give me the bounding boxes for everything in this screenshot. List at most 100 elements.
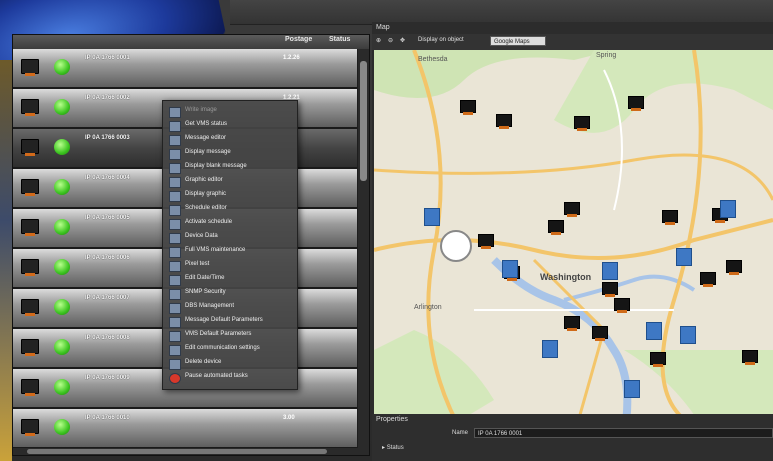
display-on-object-button[interactable]: Display on object xyxy=(418,37,464,47)
context-menu-item[interactable]: Edit Date/Time xyxy=(163,273,297,286)
selected-device-marker[interactable] xyxy=(440,230,472,262)
context-menu-item[interactable]: Schedule editor xyxy=(163,203,297,216)
device-address: IP 0A 1766 0007 xyxy=(85,295,130,301)
context-menu-item[interactable]: DBS Management xyxy=(163,301,297,314)
context-menu-item[interactable]: Display message xyxy=(163,147,297,160)
context-menu-item[interactable]: Delete device xyxy=(163,357,297,370)
device-marker-icon[interactable] xyxy=(700,272,716,287)
name-field[interactable]: IP 0A 1766 0001 xyxy=(474,428,773,438)
sign-marker-icon[interactable] xyxy=(646,322,662,340)
sign-marker-icon[interactable] xyxy=(602,262,618,280)
menu-item-label: Message Default Parameters xyxy=(185,317,263,323)
status-ok-icon xyxy=(54,259,70,275)
menu-item-icon xyxy=(169,359,181,370)
menu-item-label: Display blank message xyxy=(185,163,247,169)
device-marker-icon[interactable] xyxy=(548,220,564,235)
map-provider-select[interactable]: Google Maps xyxy=(490,36,546,46)
menu-item-icon xyxy=(169,317,181,328)
menu-item-icon xyxy=(169,177,181,188)
zoom-in-icon[interactable]: ⊕ xyxy=(376,37,381,47)
device-marker-icon[interactable] xyxy=(460,100,476,115)
vms-sign-icon xyxy=(21,379,39,396)
context-menu-item[interactable]: SNMP Security xyxy=(163,287,297,300)
menu-item-icon xyxy=(169,191,181,202)
device-address: IP 0A 1766 0001 xyxy=(85,55,130,61)
sign-marker-icon[interactable] xyxy=(502,260,518,278)
menu-item-label: Graphic editor xyxy=(185,177,223,183)
vertical-scrollbar[interactable] xyxy=(358,49,369,449)
device-marker-icon[interactable] xyxy=(614,298,630,313)
table-row[interactable]: IP 0A 1766 0001 1.2.26 xyxy=(13,49,357,89)
status-ok-icon xyxy=(54,139,70,155)
scroll-thumb[interactable] xyxy=(27,449,327,454)
device-marker-icon[interactable] xyxy=(602,282,618,297)
vms-sign-icon xyxy=(21,99,39,116)
context-menu-item[interactable]: Edit communication settings xyxy=(163,343,297,356)
device-address: IP 0A 1766 0010 xyxy=(85,415,130,421)
device-marker-icon[interactable] xyxy=(742,350,758,365)
map-label: Arlington xyxy=(414,304,442,311)
vms-sign-icon xyxy=(21,139,39,156)
context-menu-item[interactable]: Write image xyxy=(163,105,297,118)
device-marker-icon[interactable] xyxy=(726,260,742,275)
sign-marker-icon[interactable] xyxy=(680,326,696,344)
context-menu-item[interactable]: Display graphic xyxy=(163,189,297,202)
context-menu-item[interactable]: Message editor xyxy=(163,133,297,146)
menu-item-icon xyxy=(169,303,181,314)
device-address: IP 0A 1766 0006 xyxy=(85,255,130,261)
device-marker-icon[interactable] xyxy=(574,116,590,131)
context-menu-item[interactable]: VMS Default Parameters xyxy=(163,329,297,342)
scroll-thumb[interactable] xyxy=(360,61,367,181)
name-label: Name xyxy=(452,430,469,436)
context-menu-item[interactable]: Full VMS maintenance xyxy=(163,245,297,258)
menu-item-label: Get VMS status xyxy=(185,121,228,127)
zoom-out-icon[interactable]: ⊖ xyxy=(388,37,393,47)
menu-item-label: Edit Date/Time xyxy=(185,275,225,281)
sign-marker-icon[interactable] xyxy=(720,200,736,218)
map-label: Spring xyxy=(596,52,617,59)
status-section-toggle[interactable]: ▸ Status xyxy=(382,444,404,451)
menu-item-icon xyxy=(169,205,181,216)
status-label: Status xyxy=(386,445,404,451)
context-menu-item[interactable]: Pause automated tasks xyxy=(163,371,297,384)
device-marker-icon[interactable] xyxy=(628,96,644,111)
sign-marker-icon[interactable] xyxy=(424,208,440,226)
device-marker-icon[interactable] xyxy=(662,210,678,225)
sign-marker-icon[interactable] xyxy=(624,380,640,398)
horizontal-scrollbar[interactable] xyxy=(13,448,369,455)
status-ok-icon xyxy=(54,219,70,235)
table-row[interactable]: IP 0A 1766 0010 3.00 xyxy=(13,409,357,449)
device-address: IP 0A 1766 0005 xyxy=(85,215,130,221)
menu-item-label: VMS Default Parameters xyxy=(185,331,252,337)
column-header-status[interactable]: Status xyxy=(329,36,350,43)
menu-item-label: Display message xyxy=(185,149,231,155)
device-marker-icon[interactable] xyxy=(564,202,580,217)
column-header-postage[interactable]: Postage xyxy=(285,36,312,43)
context-menu-item[interactable]: Display blank message xyxy=(163,161,297,174)
table-header: Postage Status xyxy=(13,35,369,49)
context-menu-item[interactable]: Graphic editor xyxy=(163,175,297,188)
device-marker-icon[interactable] xyxy=(478,234,494,249)
map-view[interactable]: Bethesda Spring Washington Arlington Map… xyxy=(374,50,773,436)
context-menu-item[interactable]: Pixel test xyxy=(163,259,297,272)
status-ok-icon xyxy=(54,99,70,115)
menu-item-label: Pixel test xyxy=(185,261,210,267)
context-menu: Write image Get VMS status Message editor D… xyxy=(162,100,298,390)
device-marker-icon[interactable] xyxy=(592,326,608,341)
device-marker-icon[interactable] xyxy=(650,352,666,367)
properties-panel: Properties Name IP 0A 1766 0001 ▸ Status xyxy=(372,414,773,461)
context-menu-item[interactable]: Message Default Parameters xyxy=(163,315,297,328)
context-menu-item[interactable]: Device Data xyxy=(163,231,297,244)
context-menu-item[interactable]: Get VMS status xyxy=(163,119,297,132)
device-marker-icon[interactable] xyxy=(496,114,512,129)
sign-marker-icon[interactable] xyxy=(676,248,692,266)
menu-item-icon xyxy=(169,121,181,132)
sign-marker-icon[interactable] xyxy=(542,340,558,358)
vms-sign-icon xyxy=(21,179,39,196)
context-menu-item[interactable]: Activate schedule xyxy=(163,217,297,230)
status-ok-icon xyxy=(54,339,70,355)
device-marker-icon[interactable] xyxy=(564,316,580,331)
menu-item-icon xyxy=(169,107,181,118)
menu-item-label: Activate schedule xyxy=(185,219,233,225)
pan-icon[interactable]: ✥ xyxy=(400,37,405,47)
